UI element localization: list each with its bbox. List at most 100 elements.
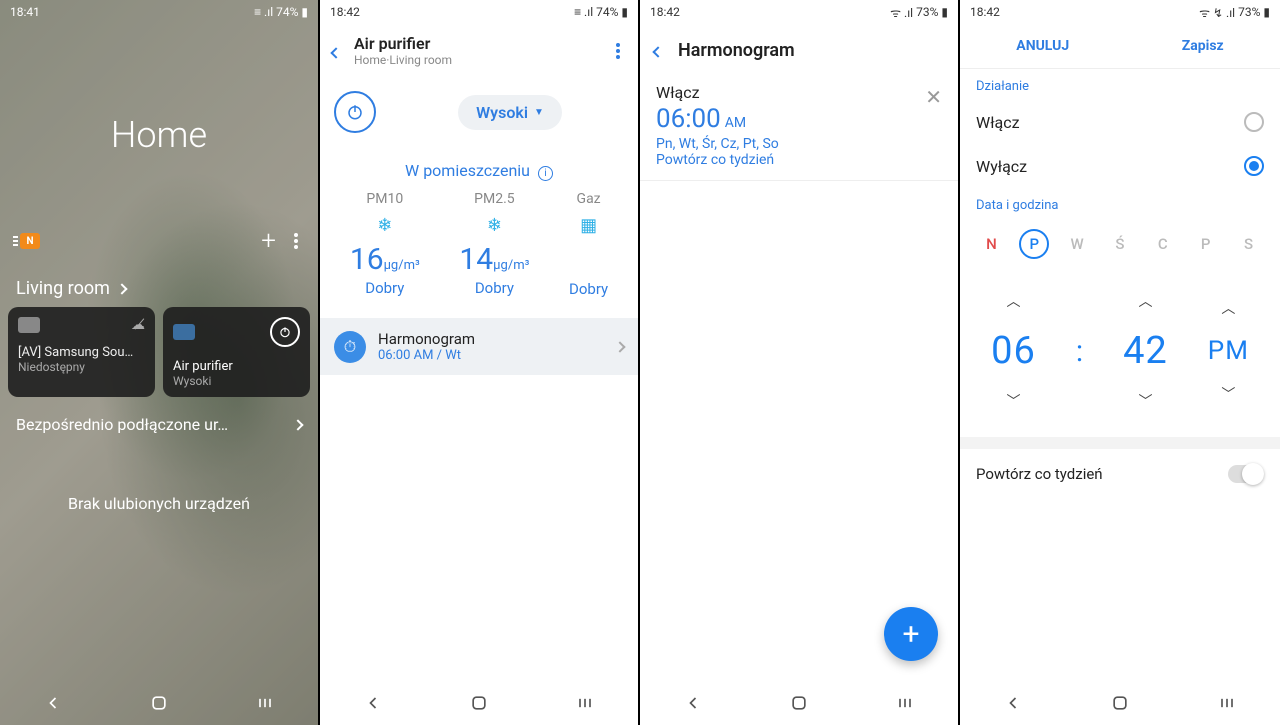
minute-picker[interactable]: ︿ 42 ﹀ <box>1123 291 1168 411</box>
section-datetime: Data i godzina <box>960 188 1280 219</box>
cloud-off-icon: ☁̸ <box>131 317 145 333</box>
directly-connected-row[interactable]: Bezpośrednio podłączone ur… <box>0 415 318 434</box>
radio-on[interactable]: Włącz <box>960 100 1280 144</box>
schedule-entry[interactable]: ✕ Włącz 06:00AM Pn, Wt, Śr, Cz, Pt, So P… <box>640 71 958 181</box>
battery-text: 73% <box>916 5 938 19</box>
more-button[interactable] <box>294 239 298 243</box>
device-name: [AV] Samsung Sou… <box>18 345 145 360</box>
metric-gas: Gaz ▦ Dobry <box>569 191 608 298</box>
room-label: Living room <box>16 278 110 299</box>
repeat-weekly-row[interactable]: Powtórz co tydzień <box>960 449 1280 499</box>
screen-home: 18:41 ≡ .ıl74%▮ Home N + Living room ☁̸ … <box>0 0 320 725</box>
device-card-purifier[interactable]: Air purifier Wysoki <box>163 307 310 397</box>
device-icon <box>173 324 195 340</box>
chevron-down-icon[interactable]: ﹀ <box>1006 391 1020 411</box>
device-name: Air purifier <box>173 359 300 374</box>
nav-home[interactable] <box>147 691 171 715</box>
day-sat[interactable]: S <box>1233 229 1263 259</box>
nav-recent[interactable] <box>253 691 277 715</box>
toggle-switch[interactable] <box>1228 465 1264 483</box>
chevron-up-icon[interactable]: ︿ <box>1221 298 1235 318</box>
day-wed[interactable]: Ś <box>1105 229 1135 259</box>
radio-on-icon <box>1244 156 1264 176</box>
schedule-title: Harmonogram <box>378 330 475 348</box>
favorites-empty: Brak ulubionych urządzeń <box>0 494 318 513</box>
nav-back[interactable] <box>1001 691 1025 715</box>
nav-back[interactable] <box>41 691 65 715</box>
chevron-up-icon[interactable]: ︿ <box>1006 291 1020 311</box>
nav-bar <box>0 681 318 725</box>
nav-recent[interactable] <box>893 691 917 715</box>
delete-button[interactable]: ✕ <box>925 85 942 109</box>
entry-ampm: AM <box>725 115 746 131</box>
status-bar: 18:42 ᯤ .ıl73%▮ <box>640 0 958 24</box>
nav-recent[interactable] <box>573 691 597 715</box>
nav-bar <box>320 681 638 725</box>
nav-home[interactable] <box>1108 691 1132 715</box>
chevron-right-icon <box>292 419 303 430</box>
battery-text: 74% <box>596 5 618 19</box>
schedule-row[interactable]: ⏱ Harmonogram 06:00 AM / Wt <box>320 318 638 375</box>
gas-icon: ▦ <box>569 215 608 236</box>
radio-off[interactable]: Wyłącz <box>960 144 1280 188</box>
battery-icon: ▮ <box>1263 5 1270 19</box>
day-mon[interactable]: P <box>1019 229 1049 259</box>
status-time: 18:41 <box>10 5 40 19</box>
entry-days: Pn, Wt, Śr, Cz, Pt, So <box>656 136 942 152</box>
ampm-picker[interactable]: ︿ PM ﹀ <box>1208 298 1249 404</box>
metric-pm10: PM10 ❄︎ 16µg/m³ Dobry <box>350 191 420 298</box>
screen-schedule-list: 18:42 ᯤ .ıl73%▮ Harmonogram ✕ Włącz 06:0… <box>640 0 960 725</box>
nav-back[interactable] <box>681 691 705 715</box>
add-button[interactable]: + <box>261 226 276 256</box>
signal-icon: ≡ .ıl <box>574 5 593 19</box>
device-card-soundbar[interactable]: ☁̸ [AV] Samsung Sou… Niedostępny <box>8 307 155 397</box>
cancel-button[interactable]: ANULUJ <box>1016 38 1069 54</box>
device-title: Air purifier <box>354 34 452 53</box>
add-schedule-fab[interactable]: + <box>884 607 938 661</box>
nav-home[interactable] <box>467 691 491 715</box>
status-time: 18:42 <box>650 5 680 19</box>
mode-dropdown[interactable]: Wysoki ▼ <box>458 95 562 130</box>
day-sun[interactable]: N <box>976 229 1006 259</box>
battery-icon: ▮ <box>301 5 308 19</box>
nav-recent[interactable] <box>1215 691 1239 715</box>
nav-bar <box>640 681 958 725</box>
metric-pm25: PM2.5 ❄︎ 14µg/m³ Dobry <box>459 191 529 298</box>
chevron-down-icon[interactable]: ﹀ <box>1221 384 1235 404</box>
hour-picker[interactable]: ︿ 06 ﹀ <box>991 291 1036 411</box>
air-icon: ❄︎ <box>350 215 420 236</box>
power-button[interactable] <box>270 317 300 347</box>
page-title: Harmonogram <box>678 40 795 61</box>
save-button[interactable]: Zapisz <box>1182 38 1224 54</box>
more-button[interactable] <box>616 49 620 53</box>
air-icon: ❄︎ <box>459 215 529 236</box>
menu-notification-icon[interactable]: N <box>20 233 40 249</box>
clock-icon: ⏱ <box>334 331 366 363</box>
chevron-down-icon[interactable]: ﹀ <box>1138 391 1152 411</box>
page-title: Home <box>0 114 318 156</box>
status-time: 18:42 <box>970 5 1000 19</box>
day-tue[interactable]: W <box>1062 229 1092 259</box>
chevron-down-icon: ▼ <box>534 107 544 118</box>
chevron-right-icon <box>116 283 127 294</box>
nav-back[interactable] <box>361 691 385 715</box>
screen-device-detail: 18:42 ≡ .ıl74%▮ Air purifier Home·Living… <box>320 0 640 725</box>
back-button[interactable] <box>654 41 662 60</box>
signal-icon: ≡ .ıl <box>254 5 273 19</box>
day-thu[interactable]: C <box>1148 229 1178 259</box>
nav-home[interactable] <box>787 691 811 715</box>
info-icon[interactable]: i <box>538 166 553 181</box>
room-row[interactable]: Living room <box>0 278 318 299</box>
back-button[interactable] <box>332 38 340 63</box>
chevron-up-icon[interactable]: ︿ <box>1138 291 1152 311</box>
day-fri[interactable]: P <box>1191 229 1221 259</box>
signal-icon: ᯤ ↯ .ıl <box>1199 4 1235 21</box>
battery-text: 73% <box>1238 5 1260 19</box>
battery-text: 74% <box>276 5 298 19</box>
battery-icon: ▮ <box>941 5 948 19</box>
device-status: Niedostępny <box>18 360 145 374</box>
device-icon <box>18 317 40 333</box>
entry-action: Włącz <box>656 83 942 102</box>
power-button[interactable] <box>334 91 376 133</box>
status-bar: 18:42 ᯤ ↯ .ıl73%▮ <box>960 0 1280 24</box>
